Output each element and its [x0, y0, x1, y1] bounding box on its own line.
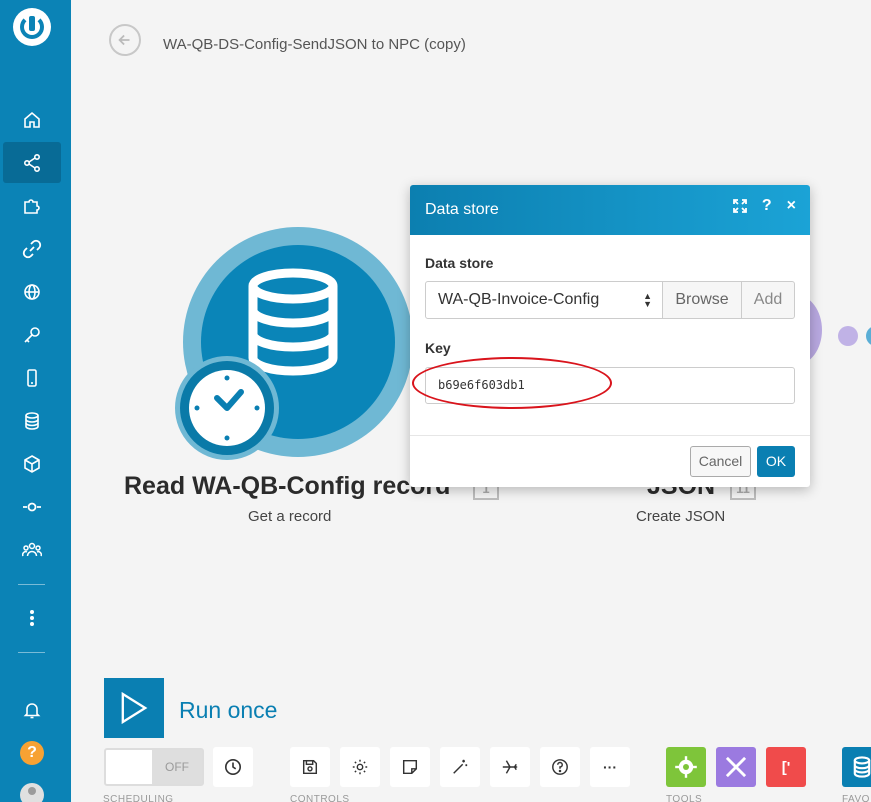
favorites-label: FAVO: [842, 794, 870, 802]
dialog-title: Data store: [425, 201, 499, 218]
mobile-icon[interactable]: [3, 357, 61, 398]
tools-label: TOOLS: [666, 794, 703, 802]
key-label: Key: [425, 340, 451, 356]
sidebar-divider: [18, 652, 45, 653]
data-store-dialog: Data store ? × Data store WA-QB-Invoice-…: [410, 185, 810, 487]
more-icon[interactable]: [3, 597, 61, 638]
save-icon[interactable]: [290, 747, 330, 787]
puzzle-icon[interactable]: [3, 185, 61, 226]
database-icon: [248, 268, 338, 376]
datastore-favorite-icon[interactable]: [842, 747, 871, 787]
connector-dot: [838, 326, 858, 346]
help-icon[interactable]: ?: [20, 741, 44, 765]
module-title: Read WA-QB-Config record: [124, 472, 451, 500]
run-once-label[interactable]: Run once: [179, 697, 277, 724]
back-button[interactable]: [109, 24, 141, 56]
controls-label: CONTROLS: [290, 794, 350, 802]
box-icon[interactable]: [3, 443, 61, 484]
airplane-icon[interactable]: [490, 747, 530, 787]
browse-button[interactable]: Browse: [662, 281, 742, 319]
globe-icon[interactable]: [3, 271, 61, 312]
sidebar-divider: [18, 584, 45, 585]
add-button[interactable]: Add: [741, 281, 795, 319]
key-icon[interactable]: [3, 314, 61, 355]
dialog-divider: [410, 435, 810, 436]
sidebar: ?: [0, 0, 71, 802]
share-icon[interactable]: [3, 142, 61, 183]
highlight-annotation: [412, 357, 612, 409]
gear-icon[interactable]: [340, 747, 380, 787]
module-subtitle: Get a record: [248, 508, 332, 525]
run-once-button[interactable]: [104, 678, 164, 738]
more-options-button[interactable]: ···: [590, 747, 630, 787]
team-icon[interactable]: [3, 529, 61, 570]
home-icon[interactable]: [3, 99, 61, 140]
data-store-value: WA-QB-Invoice-Config: [438, 291, 600, 308]
scheduling-toggle[interactable]: OFF: [104, 748, 204, 786]
schedule-clock-icon[interactable]: [175, 356, 279, 460]
module-subtitle: Create JSON: [636, 508, 726, 525]
link-icon[interactable]: [3, 228, 61, 269]
scheduling-label: SCHEDULING: [103, 794, 174, 802]
close-icon[interactable]: ×: [787, 198, 796, 218]
connector-dot: [866, 326, 871, 346]
select-arrows-icon: ▲ ▼: [643, 291, 652, 309]
scenario-title[interactable]: WA-QB-DS-Config-SendJSON to NPC (copy): [163, 36, 466, 53]
data-store-label: Data store: [425, 255, 494, 271]
bell-icon[interactable]: [3, 689, 61, 730]
ok-button[interactable]: OK: [757, 446, 795, 477]
cancel-button[interactable]: Cancel: [690, 446, 751, 477]
flow-control-icon[interactable]: [716, 747, 756, 787]
toggle-off-label: OFF: [152, 750, 202, 784]
make-logo-icon[interactable]: [13, 8, 51, 46]
database-icon[interactable]: [3, 400, 61, 441]
tools-gear-icon[interactable]: [666, 747, 706, 787]
help-question-icon[interactable]: ?: [762, 198, 772, 218]
avatar[interactable]: [20, 783, 44, 802]
dialog-header: Data store ? ×: [410, 185, 810, 235]
note-icon[interactable]: [390, 747, 430, 787]
question-icon[interactable]: [540, 747, 580, 787]
flow-icon[interactable]: [3, 486, 61, 527]
expand-icon[interactable]: [732, 199, 747, 218]
magic-wand-icon[interactable]: [440, 747, 480, 787]
clock-icon[interactable]: [213, 747, 253, 787]
data-store-select[interactable]: WA-QB-Invoice-Config ▲ ▼: [425, 281, 663, 319]
json-tool-icon[interactable]: [': [766, 747, 806, 787]
